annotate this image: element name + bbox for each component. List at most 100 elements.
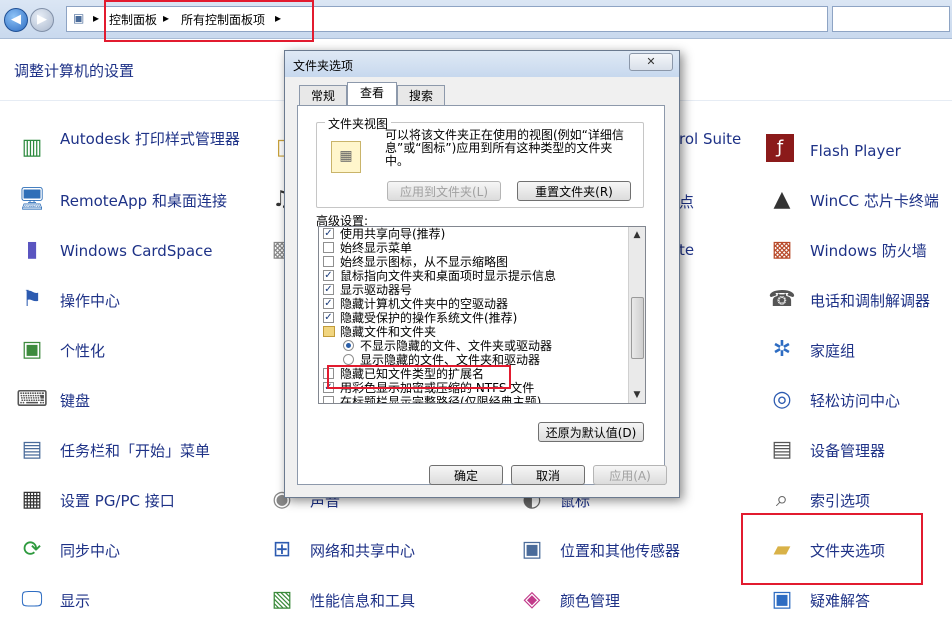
setting-label: 隐藏计算机文件夹中的空驱动器 — [340, 297, 509, 311]
item-label: 网络和共享中心 — [310, 542, 416, 560]
item-ease-of-access[interactable]: ◎ 轻松访问中心 — [766, 380, 952, 420]
item-keyboard[interactable]: ⌨ 键盘 — [16, 380, 256, 420]
scroll-up-arrow-icon[interactable]: ▲ — [629, 227, 645, 243]
item-personalization[interactable]: ▣ 个性化 — [16, 330, 256, 370]
radio-selected[interactable] — [343, 340, 354, 351]
item-wincc-card[interactable]: ▲ WinCC 芯片卡终端 — [766, 180, 952, 220]
restore-defaults-button[interactable]: 还原为默认值(D) — [538, 422, 644, 442]
checkbox-unchecked[interactable] — [323, 256, 334, 267]
scroll-thumb[interactable] — [631, 297, 644, 359]
checkbox-checked[interactable]: ✓ — [323, 284, 334, 295]
item-label: 家庭组 — [810, 342, 856, 360]
item-location-sensors[interactable]: ▣ 位置和其他传感器 — [516, 530, 736, 570]
folder-view-group: 文件夹视图 ▦ 可以将该文件夹正在使用的视图(例如“详细信息”或“图标”)应用到… — [316, 115, 644, 208]
cardspace-icon: ▮ — [25, 237, 39, 262]
item-flash-player[interactable]: ƒ Flash Player — [766, 130, 952, 170]
checkbox-checked[interactable]: ✓ — [323, 312, 334, 323]
homegroup-icon: ✲ — [772, 337, 792, 362]
firewall-icon: ▩ — [771, 237, 793, 262]
item-label: 设置 PG/PC 接口 — [60, 492, 175, 510]
scroll-down-arrow-icon[interactable]: ▼ — [629, 387, 645, 403]
action-center-flag-icon: ⚑ — [22, 287, 42, 312]
item-cardspace[interactable]: ▮ Windows CardSpace — [16, 230, 256, 270]
item-partial-suite[interactable]: rol Suite — [679, 130, 741, 148]
taskbar-icon: ▤ — [21, 437, 43, 462]
location-sensor-icon: ▣ — [521, 537, 543, 562]
item-phone-modem[interactable]: ☎ 电话和调制解调器 — [766, 280, 952, 320]
item-remoteapp[interactable]: 🖥 RemoteApp 和桌面连接 — [16, 180, 256, 220]
item-label: 位置和其他传感器 — [560, 542, 681, 560]
item-device-manager[interactable]: ▤ 设备管理器 — [766, 430, 952, 470]
folder-options-dialog: 文件夹选项 ✕ 常规 查看 搜索 文件夹视图 ▦ 可以将该文件夹正在使用的视图(… — [284, 50, 680, 498]
wincc-card-icon: ▲ — [773, 187, 791, 212]
apply-button[interactable]: 应用(A) — [593, 465, 667, 485]
scrollbar[interactable]: ▲ ▼ — [628, 227, 645, 403]
item-display[interactable]: 🖵 显示 — [16, 580, 256, 620]
folder-view-description: 可以将该文件夹正在使用的视图(例如“详细信息”或“图标”)应用到所有这种类型的文… — [385, 128, 624, 168]
flash-player-icon: ƒ — [766, 134, 794, 162]
highlight-box-folder-options — [741, 513, 923, 585]
performance-icon: ▧ — [271, 587, 293, 612]
control-panel-icon: ▣ — [73, 11, 85, 25]
network-sharing-icon: ⊞ — [272, 537, 292, 562]
item-performance[interactable]: ▧ 性能信息和工具 — [266, 580, 466, 620]
pgpc-interface-icon: ▦ — [21, 487, 43, 512]
checkbox-checked[interactable]: ✓ — [323, 228, 334, 239]
dialog-title: 文件夹选项 — [293, 59, 354, 73]
item-taskbar[interactable]: ▤ 任务栏和「开始」菜单 — [16, 430, 256, 470]
cancel-button[interactable]: 取消 — [511, 465, 585, 485]
ease-of-access-icon: ◎ — [772, 387, 792, 412]
item-partial-te[interactable]: te — [679, 241, 694, 259]
item-autodesk-plot-style[interactable]: ▥ Autodesk 打印样式管理器 — [16, 128, 256, 168]
item-label: Windows CardSpace — [60, 242, 213, 260]
setting-label: 不显示隐藏的文件、文件夹或驱动器 — [360, 339, 553, 353]
setting-label: 显示驱动器号 — [340, 283, 413, 297]
remote-desktop-icon: 🖥 — [18, 187, 46, 212]
item-network-sharing[interactable]: ⊞ 网络和共享中心 — [266, 530, 466, 570]
search-input[interactable] — [832, 6, 950, 32]
ok-button[interactable]: 确定 — [429, 465, 503, 485]
close-button[interactable]: ✕ — [629, 53, 673, 71]
item-sync-center[interactable]: ⟳ 同步中心 — [16, 530, 256, 570]
dialog-titlebar[interactable]: 文件夹选项 ✕ — [285, 51, 679, 77]
checkbox-checked[interactable]: ✓ — [323, 298, 334, 309]
item-label: Windows 防火墙 — [810, 242, 927, 260]
item-label: WinCC 芯片卡终端 — [810, 192, 939, 210]
tab-view[interactable]: 查看 — [347, 82, 397, 107]
page-title: 调整计算机的设置 — [14, 62, 135, 80]
item-label: 电话和调制解调器 — [810, 292, 931, 310]
back-button[interactable]: ◀ — [4, 8, 28, 32]
item-action-center[interactable]: ⚑ 操作中心 — [16, 280, 256, 320]
device-manager-icon: ▤ — [771, 437, 793, 462]
highlight-box-hide-extensions — [327, 365, 511, 389]
checkbox-unchecked[interactable] — [323, 396, 334, 403]
setting-label: 始终显示菜单 — [340, 241, 413, 255]
troubleshooting-icon: ▣ — [771, 587, 793, 612]
phone-modem-icon: ☎ — [768, 287, 796, 312]
item-homegroup[interactable]: ✲ 家庭组 — [766, 330, 952, 370]
item-label: 性能信息和工具 — [310, 592, 416, 610]
forward-button[interactable]: ▶ — [30, 8, 54, 32]
item-color-management[interactable]: ◈ 颜色管理 — [516, 580, 736, 620]
personalization-icon: ▣ — [21, 337, 43, 362]
indexing-icon: ⌕ — [775, 487, 789, 512]
checkbox-unchecked[interactable] — [323, 242, 334, 253]
item-firewall[interactable]: ▩ Windows 防火墙 — [766, 230, 952, 270]
tab-general[interactable]: 常规 — [299, 85, 347, 106]
item-troubleshooting[interactable]: ▣ 疑难解答 — [766, 580, 952, 620]
item-label: Flash Player — [810, 142, 901, 160]
item-label: 个性化 — [60, 342, 106, 360]
item-label: Autodesk 打印样式管理器 — [60, 130, 240, 148]
apply-to-folders-button[interactable]: 应用到文件夹(L) — [387, 181, 501, 201]
item-pgpc-interface[interactable]: ▦ 设置 PG/PC 接口 — [16, 480, 256, 520]
item-label: 索引选项 — [810, 492, 871, 510]
reset-folders-button[interactable]: 重置文件夹(R) — [517, 181, 631, 201]
checkbox-checked[interactable]: ✓ — [323, 270, 334, 281]
item-partial-dian[interactable]: 点 — [679, 191, 694, 212]
folder-view-icon: ▦ — [331, 141, 361, 173]
item-label: 设备管理器 — [810, 442, 886, 460]
tab-search[interactable]: 搜索 — [397, 85, 445, 106]
folder-icon — [323, 326, 335, 337]
item-label: 颜色管理 — [560, 592, 621, 610]
radio-unselected[interactable] — [343, 354, 354, 365]
